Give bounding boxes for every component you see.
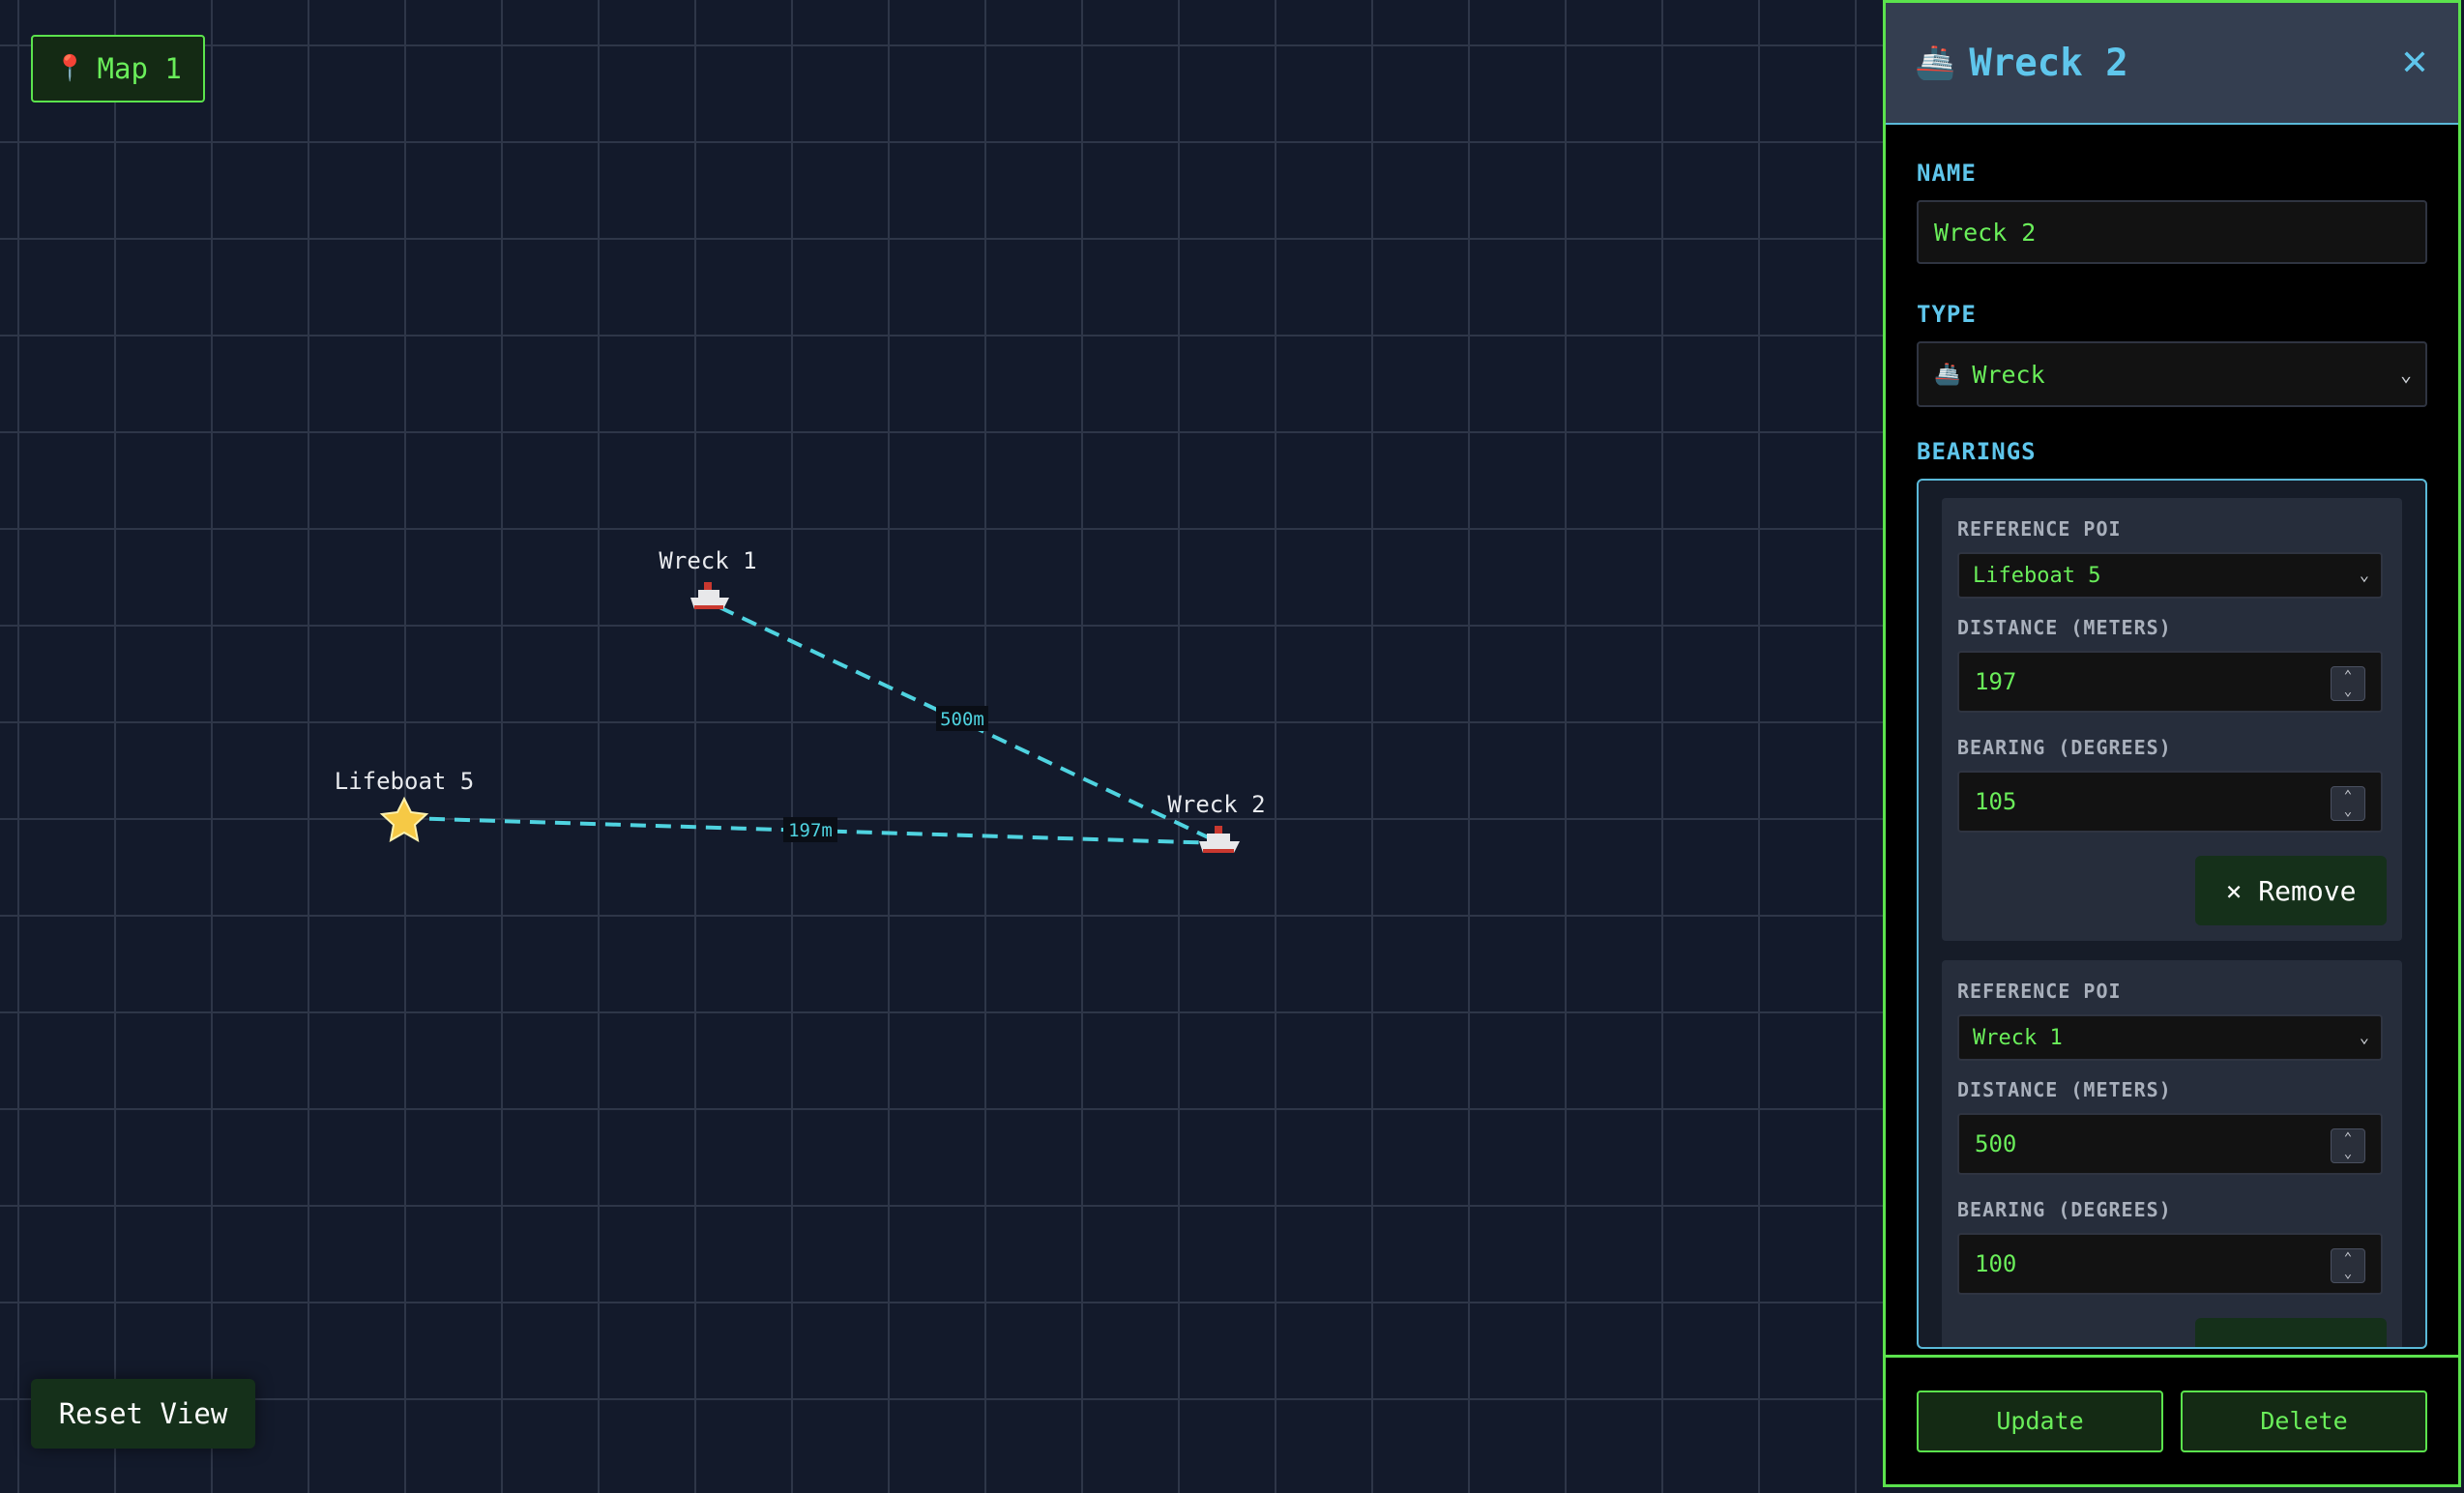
poi-lifeboat-5[interactable]: Lifeboat 5 [335,768,475,842]
poi-label: Wreck 2 [1167,791,1265,818]
distance-label: DISTANCE (METERS) [1957,616,2172,639]
reference-poi-value: Wreck 1 [1973,1025,2063,1050]
ship-icon: 🚢 [1915,44,1956,82]
chevron-up-icon: ⌃ [2343,1250,2353,1266]
chevron-down-icon: ⌄ [2359,1028,2369,1047]
reference-poi-select[interactable]: Wreck 1 ⌄ [1957,1014,2383,1061]
map-name-label: Map 1 [97,52,182,85]
ship-icon [1199,826,1240,853]
poi-label: Wreck 1 [659,547,756,574]
bearing-label: BEARING (DEGREES) [1957,736,2172,759]
map-canvas[interactable]: 500m 197m Wreck 1 Lifeboat 5 Wreck 2 📍 M… [0,0,1884,1493]
bearing-value: 100 [1975,1250,2017,1277]
chevron-down-icon: ⌄ [2359,566,2369,585]
bearings-label: BEARINGS [1917,438,2037,465]
type-select[interactable]: 🚢 Wreck ⌄ [1917,341,2427,407]
bearing-input[interactable]: 105 ⌃ ⌄ [1957,771,2383,833]
name-input[interactable] [1917,200,2427,264]
map-name-badge[interactable]: 📍 Map 1 [31,35,205,102]
map-pin-icon: 📍 [54,54,86,83]
distance-label: DISTANCE (METERS) [1957,1078,2172,1101]
distance-input[interactable]: 197 ⌃ ⌄ [1957,651,2383,713]
chevron-down-icon: ⌄ [2343,804,2353,819]
chevron-down-icon: ⌄ [2399,363,2412,386]
distance-label-197: 197m [783,817,837,842]
distance-value: 197 [1975,668,2017,695]
close-button[interactable]: ✕ [2400,44,2429,83]
distance-label-500: 500m [936,706,988,731]
star-icon [379,796,429,842]
reset-view-button[interactable]: Reset View [31,1379,255,1449]
distance-text: 500m [940,709,984,730]
update-button[interactable]: Update [1917,1390,2163,1452]
number-stepper[interactable]: ⌃ ⌄ [2331,1128,2365,1163]
bearing-card: REFERENCE POI Wreck 1 ⌄ DISTANCE (METERS… [1942,960,2402,1347]
bearings-list[interactable]: REFERENCE POI Lifeboat 5 ⌄ DISTANCE (MET… [1917,479,2427,1349]
chevron-up-icon: ⌃ [2343,668,2353,684]
bearing-input[interactable]: 100 ⌃ ⌄ [1957,1233,2383,1295]
reference-poi-value: Lifeboat 5 [1973,563,2101,588]
delete-button[interactable]: Delete [2181,1390,2427,1452]
distance-text: 197m [788,820,833,841]
panel-body[interactable]: NAME TYPE 🚢 Wreck ⌄ BEARINGS REFERENCE P… [1886,125,2458,1359]
bearing-label: BEARING (DEGREES) [1957,1198,2172,1221]
chevron-down-icon: ⌄ [2343,684,2353,699]
number-stepper[interactable]: ⌃ ⌄ [2331,666,2365,701]
reference-poi-select[interactable]: Lifeboat 5 ⌄ [1957,552,2383,599]
close-icon: ✕ [2399,43,2429,83]
name-field-label: NAME [1917,160,1977,187]
bearing-value: 105 [1975,788,2017,815]
chevron-up-icon: ⌃ [2343,788,2353,804]
reference-poi-label: REFERENCE POI [1957,517,2122,541]
map-overlay: 500m 197m Wreck 1 Lifeboat 5 Wreck 2 [335,547,1266,853]
poi-detail-panel: 🚢 Wreck 2 ✕ NAME TYPE 🚢 Wreck ⌄ BEARINGS… [1883,0,2461,1487]
panel-footer: Update Delete [1886,1355,2458,1484]
remove-bearing-button[interactable]: × Remove [2195,856,2387,925]
bearing-card: REFERENCE POI Lifeboat 5 ⌄ DISTANCE (MET… [1942,498,2402,941]
distance-input[interactable]: 500 ⌃ ⌄ [1957,1113,2383,1175]
ship-icon: 🚢 [1934,362,1961,387]
number-stepper[interactable]: ⌃ ⌄ [2331,786,2365,821]
number-stepper[interactable]: ⌃ ⌄ [2331,1248,2365,1283]
ship-icon [690,582,729,609]
distance-value: 500 [1975,1130,2017,1157]
type-field-label: TYPE [1917,301,1977,328]
chevron-down-icon: ⌄ [2343,1266,2353,1281]
chevron-down-icon: ⌄ [2343,1146,2353,1161]
chevron-up-icon: ⌃ [2343,1130,2353,1146]
panel-title: Wreck 2 [1969,41,2128,85]
type-select-value: Wreck [1972,360,2045,389]
poi-label: Lifeboat 5 [335,768,475,795]
panel-header: 🚢 Wreck 2 ✕ [1886,3,2458,125]
remove-bearing-button[interactable] [2195,1318,2387,1347]
reference-poi-label: REFERENCE POI [1957,980,2122,1003]
poi-wreck-1[interactable]: Wreck 1 [659,547,757,609]
poi-wreck-2[interactable]: Wreck 2 [1167,791,1266,853]
